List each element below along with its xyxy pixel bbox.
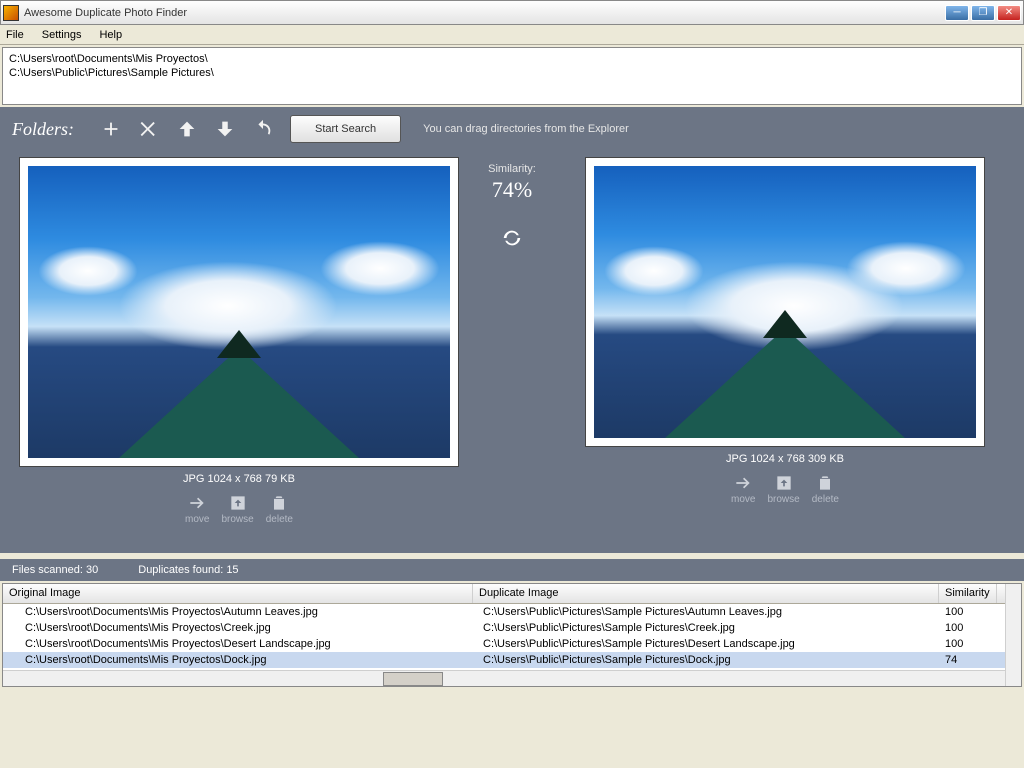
toolbar-hint: You can drag directories from the Explor… — [423, 123, 629, 135]
duplicates-found: Duplicates found: 15 — [138, 564, 238, 576]
table-row[interactable]: C:\Users\root\Documents\Mis Proyectos\Au… — [3, 604, 1005, 620]
app-icon — [3, 5, 19, 21]
left-delete-button[interactable]: delete — [266, 493, 293, 525]
left-image-frame[interactable] — [19, 157, 459, 467]
right-image — [594, 166, 976, 438]
col-similarity[interactable]: Similarity — [939, 584, 997, 603]
similarity-label: Similarity: — [488, 163, 536, 175]
right-move-button[interactable]: move — [731, 473, 755, 505]
toolbar-label: Folders: — [12, 119, 74, 140]
vertical-scrollbar[interactable] — [1005, 584, 1021, 686]
files-scanned: Files scanned: 30 — [12, 564, 98, 576]
menu-settings[interactable]: Settings — [42, 29, 82, 41]
maximize-button[interactable]: ❐ — [971, 5, 995, 21]
folder-path[interactable]: C:\Users\root\Documents\Mis Proyectos\ — [9, 52, 1015, 66]
right-panel: JPG 1024 x 768 309 KB move browse delete — [552, 157, 1018, 547]
horizontal-scrollbar[interactable] — [3, 670, 1005, 686]
refresh-button[interactable] — [244, 110, 282, 148]
left-image-info: JPG 1024 x 768 79 KB — [183, 473, 295, 485]
folders-toolbar: Folders: Start Search You can drag direc… — [0, 107, 1024, 151]
similarity-value: 74% — [492, 177, 532, 203]
move-up-button[interactable] — [168, 110, 206, 148]
similarity-panel: Similarity: 74% — [472, 157, 552, 547]
compare-area: JPG 1024 x 768 79 KB move browse delete … — [0, 151, 1024, 553]
minimize-button[interactable]: ─ — [945, 5, 969, 21]
col-duplicate[interactable]: Duplicate Image — [473, 584, 939, 603]
grid-header: Original Image Duplicate Image Similarit… — [3, 584, 1005, 604]
results-grid: Original Image Duplicate Image Similarit… — [2, 583, 1022, 687]
start-search-button[interactable]: Start Search — [290, 115, 401, 143]
col-original[interactable]: Original Image — [3, 584, 473, 603]
add-folder-button[interactable] — [92, 110, 130, 148]
move-down-button[interactable] — [206, 110, 244, 148]
status-bar: Files scanned: 30 Duplicates found: 15 — [0, 559, 1024, 581]
right-image-info: JPG 1024 x 768 309 KB — [726, 453, 844, 465]
left-browse-button[interactable]: browse — [221, 493, 253, 525]
right-image-frame[interactable] — [585, 157, 985, 447]
grid-body[interactable]: C:\Users\root\Documents\Mis Proyectos\Au… — [3, 604, 1005, 670]
right-browse-button[interactable]: browse — [767, 473, 799, 505]
table-row[interactable]: C:\Users\root\Documents\Mis Proyectos\Do… — [3, 652, 1005, 668]
left-move-button[interactable]: move — [185, 493, 209, 525]
right-delete-button[interactable]: delete — [812, 473, 839, 505]
table-row[interactable]: C:\Users\root\Documents\Mis Proyectos\Cr… — [3, 620, 1005, 636]
folder-path-list[interactable]: C:\Users\root\Documents\Mis Proyectos\ C… — [2, 47, 1022, 105]
titlebar: Awesome Duplicate Photo Finder ─ ❐ ✕ — [0, 0, 1024, 25]
menu-help[interactable]: Help — [99, 29, 122, 41]
remove-folder-button[interactable] — [130, 110, 168, 148]
close-button[interactable]: ✕ — [997, 5, 1021, 21]
left-image — [28, 166, 450, 458]
window-title: Awesome Duplicate Photo Finder — [24, 7, 945, 19]
swap-button[interactable] — [501, 227, 523, 252]
table-row[interactable]: C:\Users\root\Documents\Mis Proyectos\De… — [3, 636, 1005, 652]
left-panel: JPG 1024 x 768 79 KB move browse delete — [6, 157, 472, 547]
menubar: File Settings Help — [0, 25, 1024, 45]
menu-file[interactable]: File — [6, 29, 24, 41]
folder-path[interactable]: C:\Users\Public\Pictures\Sample Pictures… — [9, 66, 1015, 80]
